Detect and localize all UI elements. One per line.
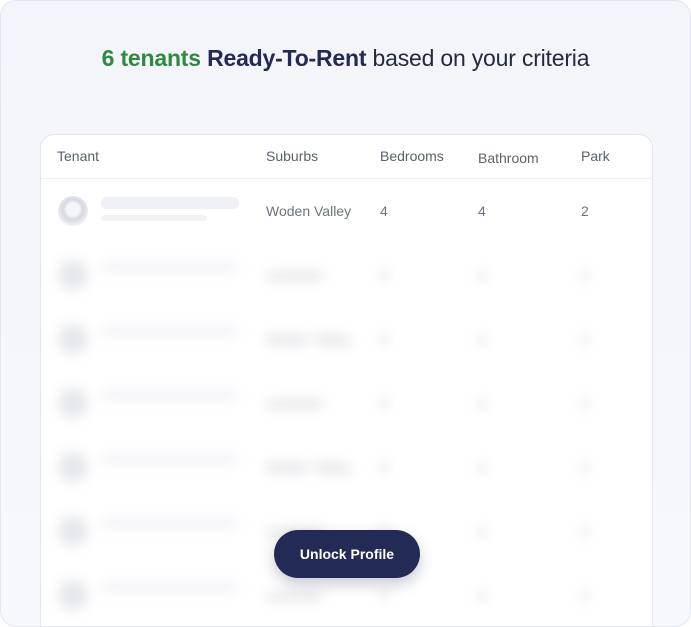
column-bathroom: Bathroom [478, 150, 539, 166]
tenant-name-placeholder [101, 197, 239, 209]
column-bedrooms: Bedrooms [380, 148, 444, 164]
table-header: Tenant Suburbs Bedrooms Bathroom Park [41, 135, 652, 179]
bedrooms-cell: 4 [380, 203, 388, 219]
column-suburbs: Suburbs [266, 148, 319, 164]
column-tenant: Tenant [57, 148, 100, 164]
page-title: 6 tenants Ready-To-Rent based on your cr… [1, 45, 690, 72]
ready-to-rent-label: Ready-To-Rent [207, 45, 367, 71]
bathrooms-cell: 4 [478, 203, 486, 219]
criteria-text: based on your criteria [372, 45, 590, 71]
park-cell: 2 [581, 203, 589, 219]
column-park: Park [581, 148, 610, 164]
unlock-profile-button[interactable]: Unlock Profile [274, 530, 420, 578]
tenants-card: 6 tenants Ready-To-Rent based on your cr… [0, 0, 691, 627]
suburb-cell: Woden Valley [266, 203, 352, 219]
tenant-count: 6 tenants [101, 45, 201, 71]
